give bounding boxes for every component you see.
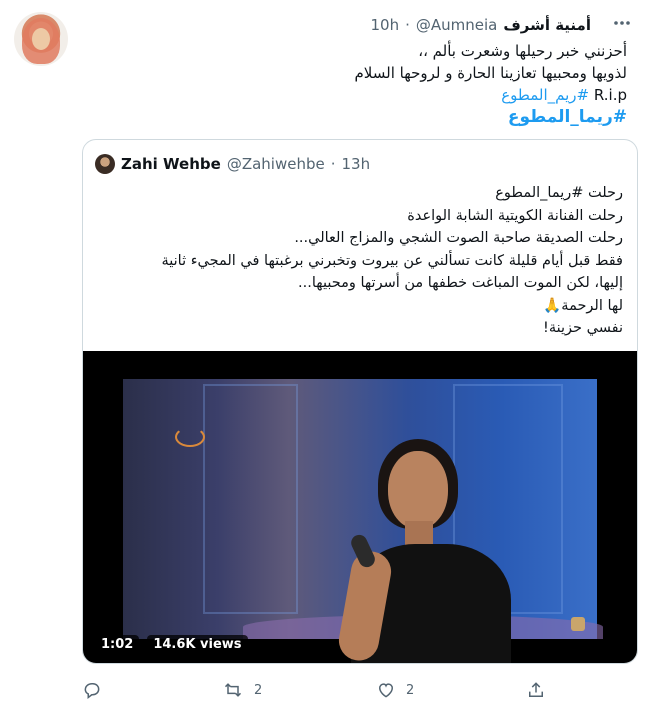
quoted-line: رحلت الفنانة الكويتية الشابة الواعدة	[407, 207, 623, 224]
tweet-line: أحزنني خبر رحيلها وشعرت بألم ،،	[418, 42, 627, 60]
timestamp[interactable]: 10h	[370, 16, 399, 34]
quoted-tweet[interactable]: Zahi Wehbe @Zahiwehbe · 13h رحلت #ريما_ا…	[82, 139, 638, 664]
avatar-face	[32, 28, 50, 50]
reply-icon	[84, 683, 100, 700]
display-name[interactable]: أمنية أشرف	[503, 16, 591, 34]
like-count: 2	[406, 682, 415, 698]
quoted-display-name[interactable]: Zahi Wehbe	[121, 155, 221, 173]
tweet-line-rip: R.i.p #ريم_المطوع	[107, 84, 627, 106]
share-icon	[529, 682, 543, 697]
tweet-line-hashtag: #ريما_المطوع	[107, 106, 627, 128]
quoted-tweet-header: Zahi Wehbe @Zahiwehbe · 13h	[95, 154, 370, 174]
tweet-actions: 2 2	[82, 678, 552, 702]
heart-icon	[378, 683, 394, 698]
video-frame	[123, 379, 603, 663]
video-player[interactable]: 1:02 14.6K views	[83, 351, 637, 663]
quoted-line: رحلت الصديقة صاحبة الصوت الشجي والمزاج ا…	[294, 230, 623, 246]
tweet[interactable]: أمنية أشرف @Aumneia · 10h أحزنني خبر رحي…	[0, 0, 645, 708]
quoted-handle[interactable]: @Zahiwehbe	[227, 155, 325, 173]
reply-button[interactable]	[82, 678, 102, 702]
quoted-line: فقط قبل أيام قليلة كانت تسألني عن بيروت …	[161, 252, 623, 269]
hashtag-link[interactable]: #ريم_المطوع	[501, 86, 589, 104]
quoted-line: لها الرحمة🙏	[543, 297, 623, 314]
video-views: 14.6K views	[147, 635, 248, 654]
rip-text: R.i.p	[593, 86, 627, 104]
more-options-icon[interactable]	[609, 10, 635, 36]
retweet-button[interactable]: 2	[222, 678, 262, 702]
like-button[interactable]: 2	[376, 678, 414, 702]
tweet-header: أمنية أشرف @Aumneia · 10h	[370, 14, 591, 36]
channel-logo-icon	[175, 427, 205, 447]
tweet-text: أحزنني خبر رحيلها وشعرت بألم ،، لذويها و…	[107, 40, 628, 128]
share-button[interactable]	[526, 678, 546, 702]
channel-watermark-icon	[571, 617, 585, 631]
quoted-line: إليها، لكن الموت المباغت خطفها من أسرتها…	[298, 275, 623, 291]
retweet-icon	[224, 683, 242, 697]
retweet-count: 2	[254, 682, 263, 698]
video-duration: 1:02	[95, 635, 140, 654]
singer-face	[388, 451, 448, 529]
quoted-avatar[interactable]	[95, 154, 115, 174]
quoted-tweet-text: رحلت #ريما_المطوع رحلت الفنانة الكويتية …	[95, 182, 623, 340]
video-info: 1:02 14.6K views	[95, 635, 248, 654]
quoted-line: رحلت #ريما_المطوع	[495, 185, 623, 201]
avatar[interactable]	[14, 12, 68, 66]
separator-dot: ·	[330, 155, 336, 173]
quoted-timestamp[interactable]: 13h	[342, 155, 371, 173]
handle[interactable]: @Aumneia	[416, 16, 497, 34]
quoted-line: نفسي حزينة!	[543, 320, 623, 336]
stage-panel	[203, 384, 298, 614]
separator-dot: ·	[405, 16, 410, 34]
singer-figure	[333, 439, 523, 663]
tweet-line: لذويها ومحبيها تعازينا الحارة و لروحها ا…	[354, 64, 628, 82]
hashtag-link-bold[interactable]: #ريما_المطوع	[508, 107, 627, 127]
